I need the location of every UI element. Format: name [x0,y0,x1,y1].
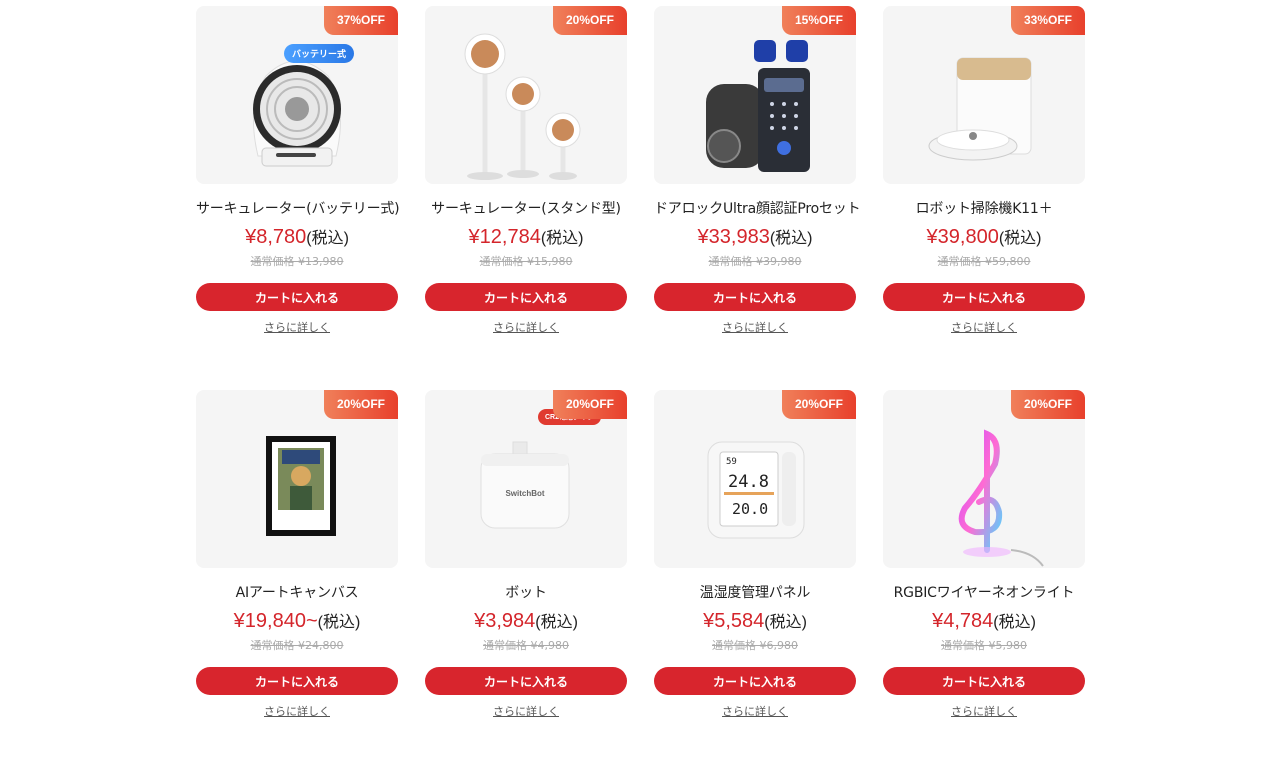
details-link[interactable]: さらに詳しく [264,319,330,335]
price-line: ¥5,584(税込) [654,608,856,633]
tax-label: (税込) [769,230,813,247]
battery-type-tag: バッテリー式 [284,44,355,63]
sale-price: ¥3,984 [474,610,536,632]
details-link[interactable]: さらに詳しく [722,319,788,335]
product-image-box[interactable]: SwitchBot CR2電池タイプ 20%OFF [425,390,627,568]
add-to-cart-button[interactable]: カートに入れる [196,667,398,695]
product-row: バッテリー式 37%OFF サーキュレーター(バッテリー式) ¥8,780(税込… [196,6,1085,390]
switchbot-label: SwitchBot [505,489,544,498]
humidity-readout: 59 [726,457,737,467]
price-line: ¥8,780(税込) [196,224,398,249]
product-card: 59 24.8 20.0 20%OFF 温湿度管理パネル ¥5,584(税込) … [654,390,856,774]
product-image-box[interactable]: 20%OFF [883,390,1085,568]
price-line: ¥33,983(税込) [654,224,856,249]
product-image-box[interactable]: 59 24.8 20.0 20%OFF [654,390,856,568]
regular-price: 通常価格 ¥24,800 [250,639,344,652]
regular-price: 通常価格 ¥6,980 [712,639,798,652]
tax-label: (税込) [535,614,578,631]
product-grid: バッテリー式 37%OFF サーキュレーター(バッテリー式) ¥8,780(税込… [196,6,1085,774]
product-card: 20%OFF サーキュレーター(スタンド型) ¥12,784(税込) 通常価格 … [425,6,627,390]
sale-price: ¥19,840~ [233,610,318,632]
add-to-cart-button[interactable]: カートに入れる [196,283,398,311]
regular-price: 通常価格 ¥4,980 [483,639,569,652]
product-name: サーキュレーター(スタンド型) [431,201,621,217]
discount-badge: 37%OFF [324,6,398,35]
regular-price: 通常価格 ¥15,980 [479,255,573,268]
price-line: ¥3,984(税込) [425,608,627,633]
product-image-box[interactable]: 15%OFF [654,6,856,184]
discount-badge: 20%OFF [782,390,856,419]
add-to-cart-button[interactable]: カートに入れる [654,283,856,311]
details-link[interactable]: さらに詳しく [493,319,559,335]
product-image-box[interactable]: 20%OFF [196,390,398,568]
sale-price: ¥39,800 [926,226,999,248]
product-name: サーキュレーター(バッテリー式) [196,201,400,217]
product-name: 温湿度管理パネル [699,585,811,601]
tax-label: (税込) [764,614,807,631]
details-link[interactable]: さらに詳しく [951,703,1017,719]
tax-label: (税込) [317,614,361,631]
product-image-box[interactable]: 33%OFF [883,6,1085,184]
price-line: ¥19,840~(税込) [196,608,398,633]
regular-price: 通常価格 ¥59,800 [937,255,1031,268]
regular-price: 通常価格 ¥39,980 [708,255,802,268]
sale-price: ¥8,780 [245,226,307,248]
product-name: ドアロックUltra顔認証Proセット [654,201,861,217]
product-image-box[interactable]: バッテリー式 37%OFF [196,6,398,184]
sale-price: ¥33,983 [697,226,770,248]
add-to-cart-button[interactable]: カートに入れる [425,667,627,695]
regular-price: 通常価格 ¥5,980 [941,639,1027,652]
add-to-cart-button[interactable]: カートに入れる [425,283,627,311]
sale-price: ¥4,784 [932,610,994,632]
discount-badge: 33%OFF [1011,6,1085,35]
discount-badge: 15%OFF [782,6,856,35]
sale-price: ¥5,584 [703,610,765,632]
details-link[interactable]: さらに詳しく [722,703,788,719]
tax-label: (税込) [993,614,1036,631]
tax-label: (税込) [540,230,584,247]
product-card: 33%OFF ロボット掃除機K11＋ ¥39,800(税込) 通常価格 ¥59,… [883,6,1085,390]
discount-badge: 20%OFF [324,390,398,419]
product-name: AIアートキャンバス [235,585,359,601]
add-to-cart-button[interactable]: カートに入れる [883,667,1085,695]
product-name: ロボット掃除機K11＋ [915,201,1053,217]
product-card: バッテリー式 37%OFF サーキュレーター(バッテリー式) ¥8,780(税込… [196,6,400,390]
product-name: ボット [505,585,547,601]
product-card: 20%OFF AIアートキャンバス ¥19,840~(税込) 通常価格 ¥24,… [196,390,398,774]
tax-label: (税込) [998,230,1042,247]
product-card: 15%OFF ドアロックUltra顔認証Proセット ¥33,983(税込) 通… [654,6,861,390]
outdoor-readout: 20.0 [732,500,768,518]
details-link[interactable]: さらに詳しく [493,703,559,719]
tax-label: (税込) [306,230,349,247]
discount-badge: 20%OFF [553,6,627,35]
temperature-readout: 24.8 [728,472,769,492]
price-line: ¥4,784(税込) [883,608,1085,633]
price-line: ¥12,784(税込) [425,224,627,249]
add-to-cart-button[interactable]: カートに入れる [883,283,1085,311]
add-to-cart-button[interactable]: カートに入れる [654,667,856,695]
regular-price: 通常価格 ¥13,980 [250,255,344,268]
discount-badge: 20%OFF [553,390,627,419]
details-link[interactable]: さらに詳しく [264,703,330,719]
details-link[interactable]: さらに詳しく [951,319,1017,335]
price-line: ¥39,800(税込) [883,224,1085,249]
product-image-box[interactable]: 20%OFF [425,6,627,184]
product-card: 20%OFF RGBICワイヤーネオンライト ¥4,784(税込) 通常価格 ¥… [883,390,1085,774]
product-card: SwitchBot CR2電池タイプ 20%OFF ボット ¥3,984(税込)… [425,390,627,774]
product-name: RGBICワイヤーネオンライト [893,585,1075,601]
product-row: 20%OFF AIアートキャンバス ¥19,840~(税込) 通常価格 ¥24,… [196,390,1085,774]
sale-price: ¥12,784 [468,226,541,248]
discount-badge: 20%OFF [1011,390,1085,419]
